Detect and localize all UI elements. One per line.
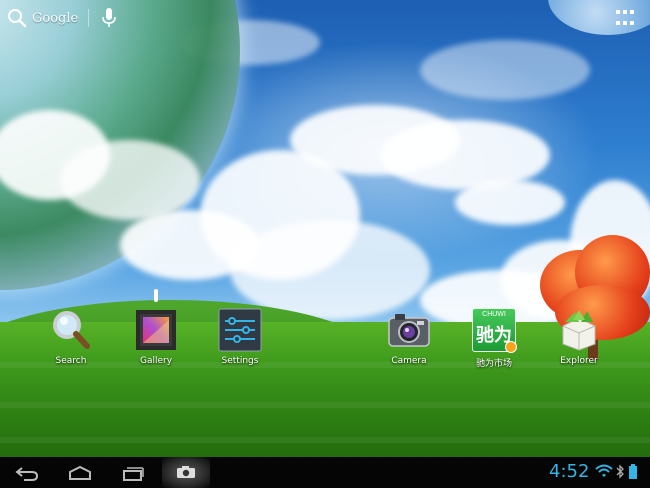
explorer-box-icon <box>562 310 596 351</box>
chuwi-logo-text: CHUWI <box>482 311 506 318</box>
home-button[interactable] <box>62 460 98 486</box>
recent-apps-icon[interactable] <box>121 465 145 481</box>
shortcut-search[interactable]: Search <box>35 308 107 366</box>
magnifier-icon <box>53 311 90 349</box>
wallpaper <box>0 0 650 488</box>
microphone-icon[interactable] <box>101 7 117 29</box>
shortcut-label: Gallery <box>139 356 173 366</box>
navigation-bar: 4:52 <box>0 457 650 488</box>
screenshot-button[interactable] <box>162 457 210 488</box>
shortcut-label: Camera <box>391 356 427 366</box>
shortcut-label: Search <box>55 356 87 366</box>
chuwi-market-icon: CHUWI 驰为 <box>472 308 517 353</box>
shortcut-chuwi-market[interactable]: CHUWI 驰为 驰为市场 <box>458 308 530 369</box>
home-icon[interactable] <box>66 465 94 481</box>
shortcut-settings[interactable]: Settings <box>204 308 276 366</box>
shortcut-label: Settings <box>221 356 259 366</box>
back-button[interactable] <box>10 460 44 486</box>
recent-apps-button[interactable] <box>116 460 150 486</box>
screenshot-camera-icon[interactable] <box>176 465 196 479</box>
search-icon[interactable] <box>6 7 28 29</box>
google-label[interactable]: Google <box>32 11 78 26</box>
clock[interactable]: 4:52 <box>549 461 589 482</box>
shortcut-label: Explorer <box>560 356 598 366</box>
shortcut-explorer[interactable]: Explorer <box>543 308 615 366</box>
shortcut-gallery[interactable]: Gallery <box>120 308 192 366</box>
wifi-icon <box>595 464 613 477</box>
apps-grid-icon[interactable] <box>616 10 636 28</box>
home-screen: Google Search Gallery Settings Camera CH… <box>0 0 650 488</box>
back-icon[interactable] <box>14 465 40 481</box>
gallery-icon <box>136 310 176 350</box>
bluetooth-icon <box>616 464 624 479</box>
camera-icon <box>388 314 430 347</box>
settings-sliders-icon <box>218 308 262 352</box>
battery-icon <box>629 464 637 479</box>
shortcut-label: 驰为市场 <box>475 359 512 369</box>
shortcut-camera[interactable]: Camera <box>373 308 445 366</box>
google-search-bar[interactable]: Google <box>6 6 78 30</box>
search-divider <box>88 9 89 27</box>
